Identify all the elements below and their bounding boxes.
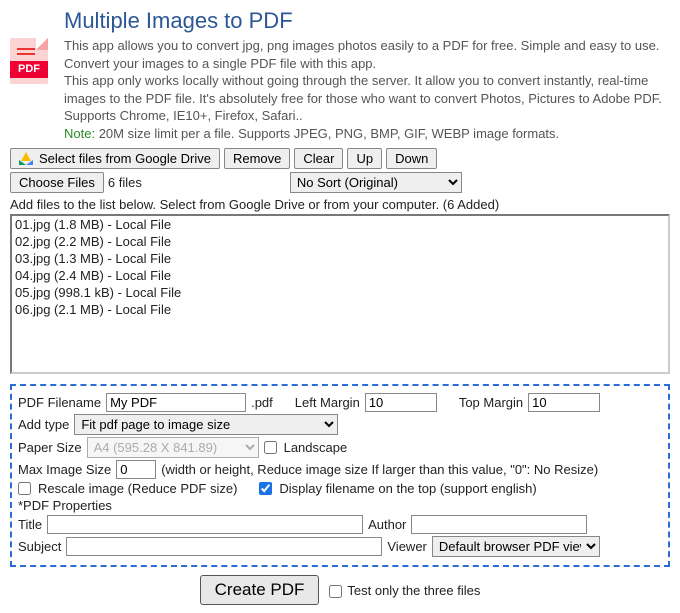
add-files-hint: Add files to the list below. Select from…	[10, 197, 670, 212]
up-button[interactable]: Up	[347, 148, 382, 169]
page-title: Multiple Images to PDF	[64, 8, 670, 34]
list-item[interactable]: 03.jpg (1.3 MB) - Local File	[15, 251, 665, 268]
test-only-checkbox[interactable]	[329, 585, 342, 598]
max-image-size-label: Max Image Size	[18, 462, 111, 477]
sort-select[interactable]: No Sort (Original)	[290, 172, 462, 193]
pdf-filename-input[interactable]	[106, 393, 246, 412]
title-input[interactable]	[47, 515, 363, 534]
left-margin-label: Left Margin	[295, 395, 360, 410]
clear-button[interactable]: Clear	[294, 148, 343, 169]
pdf-properties-label: *PDF Properties	[18, 498, 112, 513]
add-type-select[interactable]: Fit pdf page to image size	[74, 414, 338, 435]
paper-size-select: A4 (595.28 X 841.89)	[87, 437, 259, 458]
display-filename-checkbox[interactable]	[259, 482, 272, 495]
viewer-label: Viewer	[387, 539, 427, 554]
file-list[interactable]: 01.jpg (1.8 MB) - Local File02.jpg (2.2 …	[10, 214, 670, 374]
file-count-label: 6 files	[108, 175, 142, 190]
max-image-size-hint: (width or height, Reduce image size If l…	[161, 462, 598, 477]
paper-size-label: Paper Size	[18, 440, 82, 455]
test-only-label: Test only the three files	[347, 583, 480, 598]
author-input[interactable]	[411, 515, 587, 534]
pdf-ext-label: .pdf	[251, 395, 273, 410]
list-item[interactable]: 06.jpg (2.1 MB) - Local File	[15, 302, 665, 319]
viewer-select[interactable]: Default browser PDF viewer	[432, 536, 600, 557]
display-filename-label: Display filename on the top (support eng…	[279, 481, 536, 496]
subject-label: Subject	[18, 539, 61, 554]
list-item[interactable]: 05.jpg (998.1 kB) - Local File	[15, 285, 665, 302]
add-type-label: Add type	[18, 417, 69, 432]
rescale-label: Rescale image (Reduce PDF size)	[38, 481, 237, 496]
options-panel: PDF Filename .pdf Left Margin Top Margin…	[10, 384, 670, 567]
note-text: 20M size limit per a file. Supports JPEG…	[99, 126, 559, 141]
title-label: Title	[18, 517, 42, 532]
create-pdf-button[interactable]: Create PDF	[200, 575, 320, 605]
pdf-filename-label: PDF Filename	[18, 395, 101, 410]
description: This app allows you to convert jpg, png …	[64, 37, 670, 142]
pdf-icon: PDF	[10, 38, 48, 84]
left-margin-input[interactable]	[365, 393, 437, 412]
max-image-size-input[interactable]	[116, 460, 156, 479]
down-button[interactable]: Down	[386, 148, 437, 169]
list-item[interactable]: 04.jpg (2.4 MB) - Local File	[15, 268, 665, 285]
top-margin-input[interactable]	[528, 393, 600, 412]
author-label: Author	[368, 517, 406, 532]
list-item[interactable]: 01.jpg (1.8 MB) - Local File	[15, 217, 665, 234]
landscape-checkbox[interactable]	[264, 441, 277, 454]
note-label: Note:	[64, 126, 95, 141]
subject-input[interactable]	[66, 537, 382, 556]
landscape-label: Landscape	[284, 440, 348, 455]
rescale-checkbox[interactable]	[18, 482, 31, 495]
list-item[interactable]: 02.jpg (2.2 MB) - Local File	[15, 234, 665, 251]
top-margin-label: Top Margin	[459, 395, 523, 410]
select-from-google-drive-button[interactable]: Select files from Google Drive	[10, 148, 220, 169]
google-drive-icon	[19, 152, 34, 166]
choose-files-button[interactable]: Choose Files	[10, 172, 104, 193]
remove-button[interactable]: Remove	[224, 148, 290, 169]
